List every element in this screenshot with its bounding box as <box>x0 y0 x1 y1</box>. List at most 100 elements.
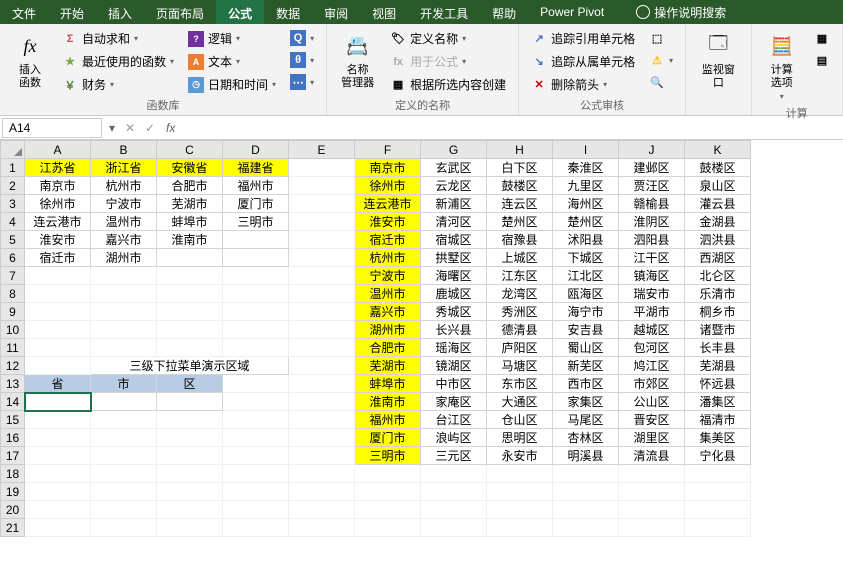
col-header-J[interactable]: J <box>619 141 685 159</box>
cell-J6[interactable]: 江干区 <box>619 249 685 267</box>
cell-E4[interactable] <box>289 213 355 231</box>
cell-J1[interactable]: 建邺区 <box>619 159 685 177</box>
cell-C2[interactable]: 合肥市 <box>157 177 223 195</box>
show-formulas-button[interactable]: ⬚ <box>645 28 677 48</box>
cell-K3[interactable]: 灌云县 <box>685 195 751 213</box>
cell-C5[interactable]: 淮南市 <box>157 231 223 249</box>
cell-A10[interactable] <box>25 321 91 339</box>
row-header-12[interactable]: 12 <box>1 357 25 375</box>
cell-H1[interactable]: 白下区 <box>487 159 553 177</box>
tab-insert[interactable]: 插入 <box>96 0 144 24</box>
col-header-E[interactable]: E <box>289 141 355 159</box>
cell-E15[interactable] <box>289 411 355 429</box>
cell-F16[interactable]: 厦门市 <box>355 429 421 447</box>
cell-I18[interactable] <box>553 465 619 483</box>
logical-button[interactable]: ?逻辑▾ <box>184 28 280 49</box>
cell-G8[interactable]: 鹿城区 <box>421 285 487 303</box>
cell-A3[interactable]: 徐州市 <box>25 195 91 213</box>
cell-D3[interactable]: 厦门市 <box>223 195 289 213</box>
cell-E17[interactable] <box>289 447 355 465</box>
cell-I20[interactable] <box>553 501 619 519</box>
cell-G21[interactable] <box>421 519 487 537</box>
tab-data[interactable]: 数据 <box>264 0 312 24</box>
cell-K10[interactable]: 诸暨市 <box>685 321 751 339</box>
cell-K20[interactable] <box>685 501 751 519</box>
cell-C21[interactable] <box>157 519 223 537</box>
cell-D18[interactable] <box>223 465 289 483</box>
calc-options-button[interactable]: 🧮 计算选项 ▾ <box>760 28 804 103</box>
cell-I4[interactable]: 楚州区 <box>553 213 619 231</box>
cell-J14[interactable]: 公山区 <box>619 393 685 411</box>
cell-I6[interactable]: 下城区 <box>553 249 619 267</box>
cell-G19[interactable] <box>421 483 487 501</box>
cell-G3[interactable]: 新浦区 <box>421 195 487 213</box>
cell-B5[interactable]: 嘉兴市 <box>91 231 157 249</box>
cell-E10[interactable] <box>289 321 355 339</box>
row-header-3[interactable]: 3 <box>1 195 25 213</box>
cell-C14[interactable] <box>157 393 223 411</box>
cell-G10[interactable]: 长兴县 <box>421 321 487 339</box>
calc-now-button[interactable]: ▦ <box>810 28 834 48</box>
cell-E20[interactable] <box>289 501 355 519</box>
row-header-18[interactable]: 18 <box>1 465 25 483</box>
cell-A1[interactable]: 江苏省 <box>25 159 91 177</box>
cell-B15[interactable] <box>91 411 157 429</box>
cell-A19[interactable] <box>25 483 91 501</box>
cell-H6[interactable]: 上城区 <box>487 249 553 267</box>
row-header-15[interactable]: 15 <box>1 411 25 429</box>
cell-K9[interactable]: 桐乡市 <box>685 303 751 321</box>
cell-D14[interactable] <box>223 393 289 411</box>
cell-G5[interactable]: 宿城区 <box>421 231 487 249</box>
cell-E6[interactable] <box>289 249 355 267</box>
cell-F21[interactable] <box>355 519 421 537</box>
cell-C1[interactable]: 安徽省 <box>157 159 223 177</box>
cell-C17[interactable] <box>157 447 223 465</box>
cell-H5[interactable]: 宿豫县 <box>487 231 553 249</box>
cell-E7[interactable] <box>289 267 355 285</box>
datetime-button[interactable]: ◷日期和时间▾ <box>184 74 280 95</box>
cell-D15[interactable] <box>223 411 289 429</box>
cell-F6[interactable]: 杭州市 <box>355 249 421 267</box>
cell-E16[interactable] <box>289 429 355 447</box>
cell-G14[interactable]: 家庵区 <box>421 393 487 411</box>
row-header-2[interactable]: 2 <box>1 177 25 195</box>
cell-I12[interactable]: 新芜区 <box>553 357 619 375</box>
cell-H10[interactable]: 德清县 <box>487 321 553 339</box>
cell-E18[interactable] <box>289 465 355 483</box>
cell-I8[interactable]: 瓯海区 <box>553 285 619 303</box>
cell-E13[interactable] <box>289 375 355 393</box>
cell-B13[interactable]: 市 <box>91 375 157 393</box>
cell-K16[interactable]: 集美区 <box>685 429 751 447</box>
cell-I10[interactable]: 安吉县 <box>553 321 619 339</box>
cell-A7[interactable] <box>25 267 91 285</box>
row-header-20[interactable]: 20 <box>1 501 25 519</box>
cell-D1[interactable]: 福建省 <box>223 159 289 177</box>
cell-J3[interactable]: 赣榆县 <box>619 195 685 213</box>
cell-J10[interactable]: 越城区 <box>619 321 685 339</box>
row-header-16[interactable]: 16 <box>1 429 25 447</box>
cell-B9[interactable] <box>91 303 157 321</box>
cell-G16[interactable]: 浪屿区 <box>421 429 487 447</box>
cell-F13[interactable]: 蚌埠市 <box>355 375 421 393</box>
cell-C15[interactable] <box>157 411 223 429</box>
cell-G18[interactable] <box>421 465 487 483</box>
cell-G15[interactable]: 台江区 <box>421 411 487 429</box>
row-header-17[interactable]: 17 <box>1 447 25 465</box>
cell-E8[interactable] <box>289 285 355 303</box>
cell-K12[interactable]: 芜湖县 <box>685 357 751 375</box>
cell-C20[interactable] <box>157 501 223 519</box>
cell-B8[interactable] <box>91 285 157 303</box>
cell-A6[interactable]: 宿迁市 <box>25 249 91 267</box>
cell-B12[interactable]: 三级下拉菜单演示区域 <box>91 357 289 375</box>
tab-dev[interactable]: 开发工具 <box>408 0 480 24</box>
cell-H21[interactable] <box>487 519 553 537</box>
col-header-B[interactable]: B <box>91 141 157 159</box>
cell-I16[interactable]: 杏林区 <box>553 429 619 447</box>
tab-home[interactable]: 开始 <box>48 0 96 24</box>
cell-E2[interactable] <box>289 177 355 195</box>
cell-G7[interactable]: 海曙区 <box>421 267 487 285</box>
lookup-ref-button[interactable]: Q▾ <box>286 28 318 48</box>
cell-G11[interactable]: 瑶海区 <box>421 339 487 357</box>
cell-A4[interactable]: 连云港市 <box>25 213 91 231</box>
cell-A16[interactable] <box>25 429 91 447</box>
